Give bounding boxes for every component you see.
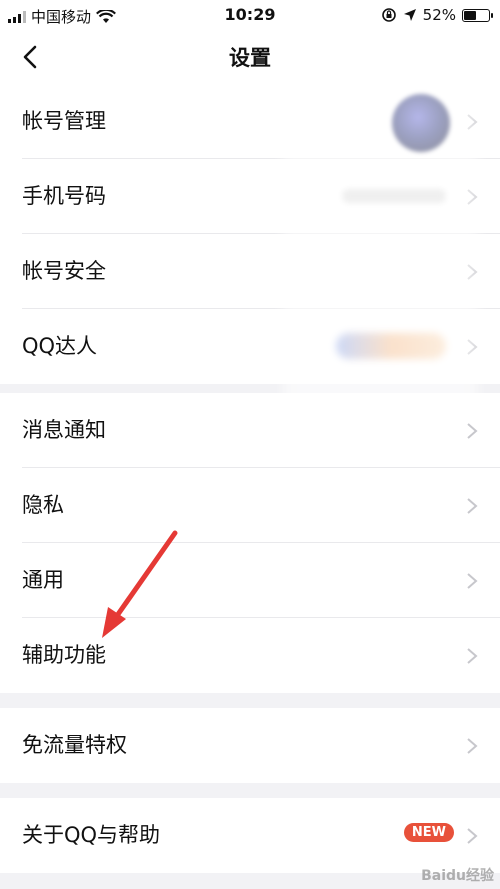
chevron-right-icon bbox=[467, 738, 478, 754]
battery-icon bbox=[462, 8, 493, 22]
location-icon bbox=[403, 9, 416, 21]
settings-item-accessibility[interactable]: 辅助功能 bbox=[0, 618, 500, 693]
chevron-right-icon bbox=[467, 648, 478, 664]
settings-item-label: 消息通知 bbox=[22, 418, 106, 442]
settings-item-label: 隐私 bbox=[22, 493, 64, 517]
settings-item-data-free-privilege[interactable]: 免流量特权 bbox=[0, 708, 500, 783]
settings-item-privacy[interactable]: 隐私 bbox=[0, 468, 500, 543]
watermark: Baidu经验 bbox=[421, 868, 494, 884]
status-right: 52% bbox=[381, 6, 493, 24]
page-title: 设置 bbox=[229, 46, 271, 70]
settings-item-label: QQ达人 bbox=[22, 334, 98, 358]
general-group: 消息通知 隐私 通用 辅助功能 bbox=[0, 393, 500, 693]
status-bar: 中国移动 10:29 52% bbox=[0, 0, 500, 30]
data-free-group: 免流量特权 bbox=[0, 708, 500, 783]
settings-item-general[interactable]: 通用 bbox=[0, 543, 500, 618]
settings-item-label: 帐号安全 bbox=[22, 259, 106, 283]
about-group: 关于QQ与帮助 NEW bbox=[0, 798, 500, 873]
orientation-lock-icon bbox=[381, 8, 396, 22]
settings-item-label: 帐号管理 bbox=[22, 109, 106, 133]
chevron-right-icon bbox=[467, 498, 478, 514]
chevron-right-icon bbox=[467, 423, 478, 439]
settings-item-notifications[interactable]: 消息通知 bbox=[0, 393, 500, 468]
settings-item-label: 手机号码 bbox=[22, 184, 106, 208]
new-badge: NEW bbox=[403, 823, 454, 842]
settings-item-label: 关于QQ与帮助 bbox=[22, 823, 161, 847]
settings-item-label: 免流量特权 bbox=[22, 733, 127, 757]
settings-item-label: 通用 bbox=[22, 568, 64, 592]
privacy-blur-overlay bbox=[283, 70, 478, 410]
chevron-right-icon bbox=[467, 573, 478, 589]
battery-percent: 52% bbox=[422, 6, 456, 24]
settings-item-about-help[interactable]: 关于QQ与帮助 NEW bbox=[0, 798, 500, 873]
chevron-right-icon bbox=[467, 828, 478, 844]
settings-item-label: 辅助功能 bbox=[22, 643, 106, 667]
